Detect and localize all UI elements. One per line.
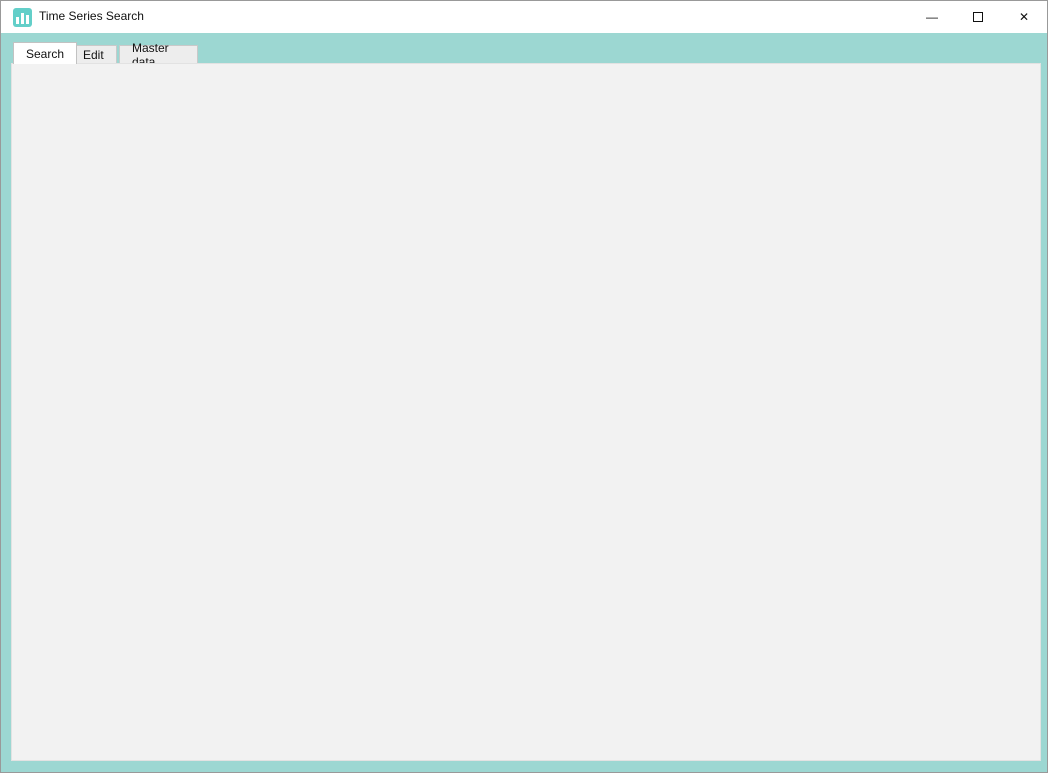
tab-master-data[interactable]: Master data bbox=[119, 45, 198, 64]
title-bar: Time Series Search — ✕ bbox=[1, 1, 1047, 33]
bar-chart-app-icon bbox=[13, 8, 32, 27]
maximize-button[interactable] bbox=[955, 1, 1001, 33]
window-controls: — ✕ bbox=[909, 1, 1047, 33]
minimize-button[interactable]: — bbox=[909, 1, 955, 33]
tab-search[interactable]: Search bbox=[13, 42, 77, 64]
maximize-icon bbox=[973, 12, 983, 22]
tab-edit[interactable]: Edit bbox=[70, 45, 117, 64]
window-title: Time Series Search bbox=[39, 9, 144, 23]
app-window: Time Series Search — ✕ Search Edit Maste… bbox=[0, 0, 1048, 773]
search-tab-panel bbox=[11, 63, 1041, 761]
close-button[interactable]: ✕ bbox=[1001, 1, 1047, 33]
minimize-icon: — bbox=[926, 10, 938, 24]
close-icon: ✕ bbox=[1019, 10, 1029, 24]
